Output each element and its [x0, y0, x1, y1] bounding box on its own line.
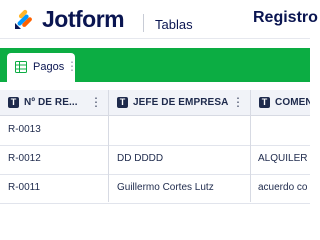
table-row[interactable]: R-0012 DD DDDD ALQUILER — [0, 145, 310, 175]
column-divider — [108, 90, 109, 202]
data-table: T Nº DE RE... ⋮ T JEFE DE EMPRESA ⋮ T CO… — [0, 90, 310, 204]
table-row[interactable]: R-0013 — [0, 116, 310, 146]
table-cell[interactable]: R-0011 — [8, 182, 104, 193]
table-cell[interactable]: DD DDDD — [117, 153, 245, 164]
column-divider — [250, 90, 251, 202]
jotform-logo-icon[interactable] — [12, 8, 36, 32]
table-cell[interactable]: acuerdo co — [258, 182, 310, 193]
table-cell[interactable]: Guillermo Cortes Lutz — [117, 182, 245, 193]
table-cell[interactable]: R-0012 — [8, 153, 104, 164]
column-header-numero[interactable]: T Nº DE RE... ⋮ — [0, 90, 108, 115]
page-title[interactable]: Registro — [253, 9, 318, 27]
column-header-label: JEFE DE EMPRESA — [133, 97, 229, 108]
tab-bar: Pagos ⋮ — [0, 48, 310, 82]
tab-pagos[interactable]: Pagos ⋮ — [7, 53, 78, 82]
column-header-jefe-de-empresa[interactable]: T JEFE DE EMPRESA ⋮ — [109, 90, 250, 115]
top-bar: Jotform Tablas Registro — [0, 0, 318, 39]
column-header-label: COMEN — [275, 97, 310, 108]
section-label[interactable]: Tablas — [155, 17, 193, 32]
tab-menu-icon[interactable]: ⋮ — [66, 59, 78, 73]
text-type-icon: T — [117, 97, 128, 108]
header-divider — [143, 14, 144, 32]
column-menu-icon[interactable]: ⋮ — [232, 95, 244, 109]
column-header-label: Nº DE RE... — [24, 97, 78, 108]
text-type-icon: T — [8, 97, 19, 108]
column-header-comentario[interactable]: T COMEN — [251, 90, 310, 115]
tab-label: Pagos — [33, 61, 65, 73]
column-menu-icon[interactable]: ⋮ — [90, 95, 102, 109]
table-cell[interactable]: R-0013 — [8, 124, 104, 135]
brand-name[interactable]: Jotform — [42, 6, 125, 33]
table-cell[interactable]: ALQUILER — [258, 153, 310, 164]
table-icon — [15, 61, 27, 73]
table-row[interactable]: R-0011 Guillermo Cortes Lutz acuerdo co — [0, 174, 310, 204]
table-header-row: T Nº DE RE... ⋮ T JEFE DE EMPRESA ⋮ T CO… — [0, 90, 310, 116]
text-type-icon: T — [259, 97, 270, 108]
